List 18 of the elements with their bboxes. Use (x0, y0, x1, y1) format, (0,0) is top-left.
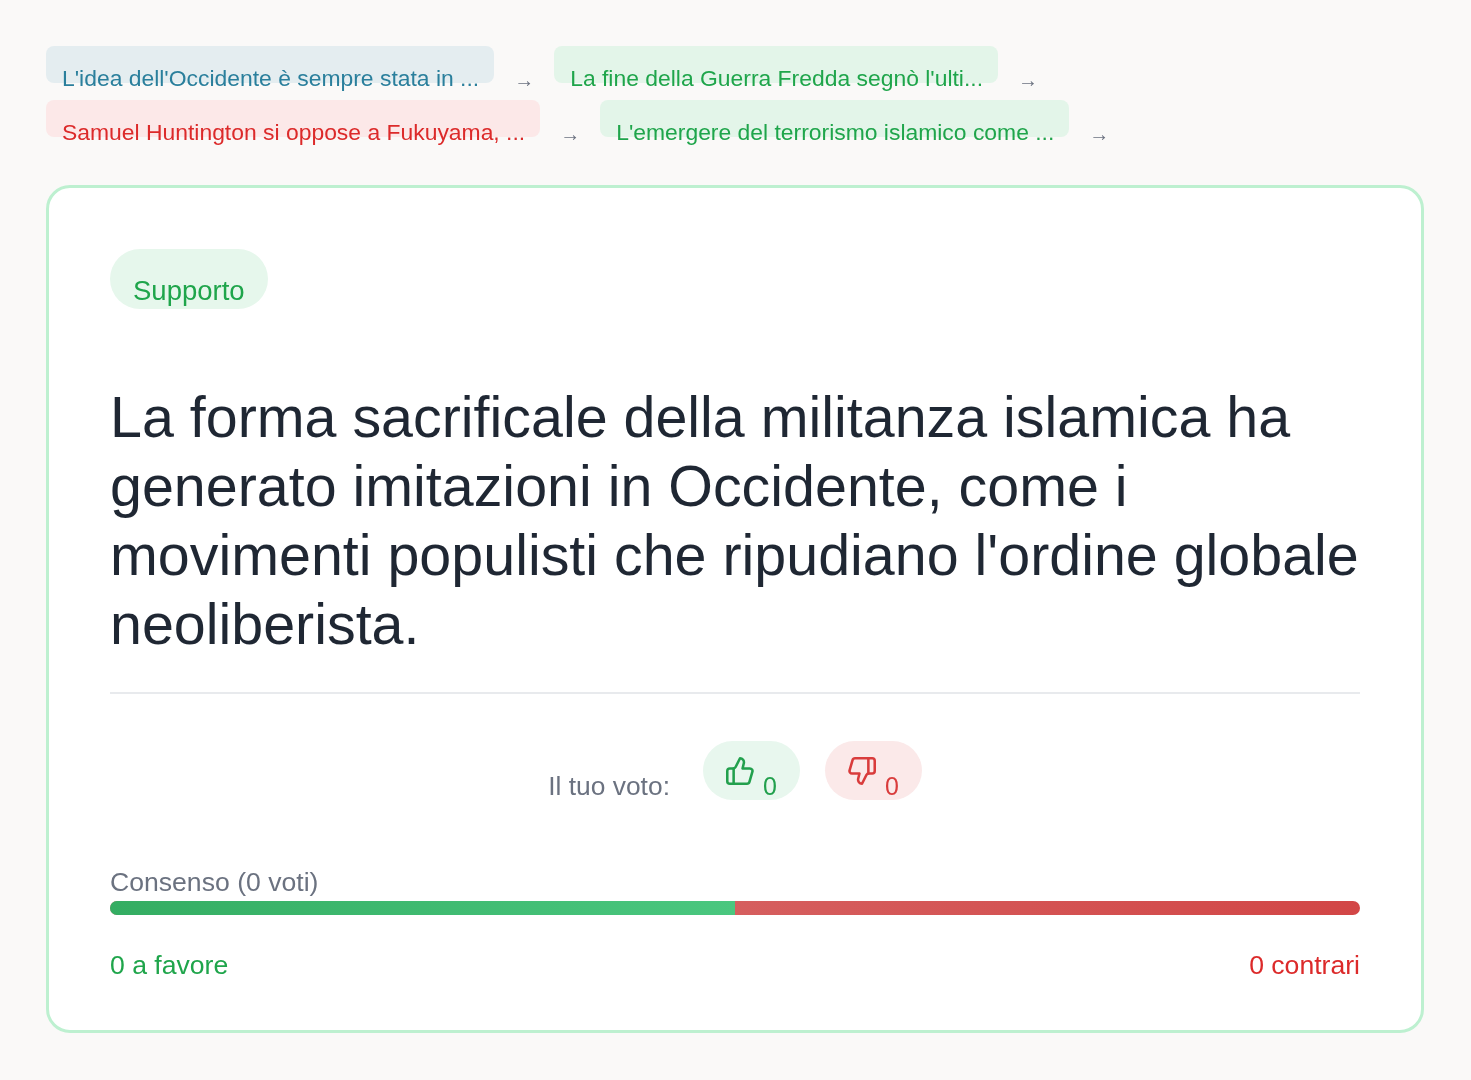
stance-tag: Supporto (110, 249, 268, 309)
against-count: 0 contrari (1249, 951, 1360, 979)
claim-text: La forma sacrificale della militanza islamica ha generato imitazioni in Occidente, come i movimenti populisti che ripudiano l'ordine globale neoliberista. (110, 384, 1360, 658)
breadcrumb-link[interactable]: L'emergere del terrorismo islamico come ... (600, 100, 1070, 146)
separator-arrow: → (1018, 68, 1038, 92)
separator-arrow: → (1089, 122, 1110, 146)
vote-label: Il tuo voto: (548, 772, 670, 800)
separator-arrow: → (560, 122, 581, 146)
breadcrumb-link[interactable]: Samuel Huntington si oppose a Fukuyama, ... (46, 100, 541, 146)
separator-arrow: → (514, 68, 535, 92)
consensus-label: Consenso (0 voti) (110, 868, 320, 896)
upvote-button[interactable]: 0 (702, 741, 800, 800)
downvote-button[interactable]: 0 (824, 741, 922, 800)
thumbs-up-icon (725, 757, 754, 785)
breadcrumb-link[interactable]: L'idea dell'Occidente è sempre stata in ... (46, 46, 495, 92)
breadcrumb-link[interactable]: La fine della Guerra Fredda segnò l'ulti... (554, 46, 998, 92)
thumbs-down-icon (847, 757, 876, 785)
in-favor-count: 0 a favore (110, 951, 229, 979)
